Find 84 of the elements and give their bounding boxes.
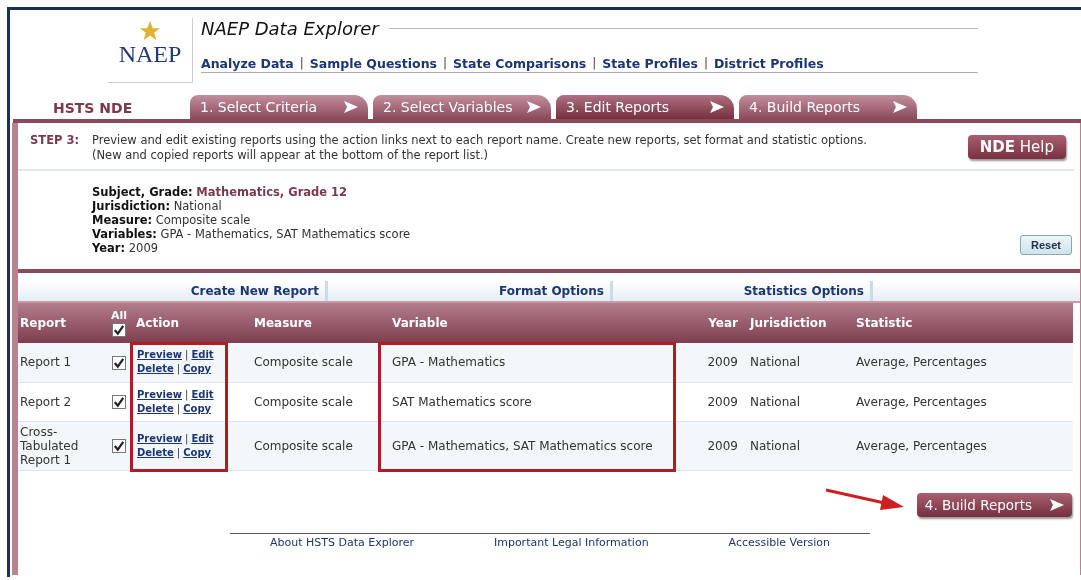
table-cell: Composite scale bbox=[254, 438, 353, 453]
link-separator: | bbox=[185, 349, 189, 361]
action-link[interactable]: Copy bbox=[183, 402, 212, 414]
summary-line: Measure: Composite scale bbox=[92, 213, 252, 227]
table-cell: Report 2 bbox=[20, 394, 72, 409]
step-label: STEP 3: bbox=[30, 133, 80, 147]
table-cell: Cross-Tabulated Report 1 bbox=[20, 424, 79, 467]
table-cell: GPA - Mathematics bbox=[392, 355, 506, 370]
table-cell: 2009 bbox=[707, 394, 738, 409]
step-tab[interactable]: 4. Build Reports bbox=[739, 95, 917, 119]
nav-separator: | bbox=[592, 56, 597, 71]
link-separator: | bbox=[185, 388, 189, 400]
action-link[interactable]: Edit bbox=[191, 388, 214, 400]
step-tab[interactable]: 2. Select Variables bbox=[373, 95, 551, 119]
arrow-icon bbox=[344, 101, 358, 113]
table-cell: Report 1 bbox=[20, 355, 72, 370]
app-title: NAEP Data Explorer bbox=[201, 18, 379, 39]
summary-line: Variables: GPA - Mathematics, SAT Mathematics score bbox=[92, 227, 412, 241]
arrow-icon bbox=[893, 101, 907, 113]
action-link[interactable]: Delete bbox=[137, 363, 174, 375]
table-cell: Composite scale bbox=[254, 355, 353, 370]
table-cell: Average, Percentages bbox=[856, 355, 987, 370]
instruction-text: (New and copied reports will appear at the bottom of the report list.) bbox=[92, 148, 490, 163]
footer-link[interactable]: Accessible Version bbox=[728, 535, 831, 549]
summary-line: Subject, Grade: Mathematics, Grade 12 bbox=[92, 185, 349, 199]
action-link[interactable]: Preview bbox=[137, 349, 182, 361]
arrow-icon bbox=[1050, 498, 1064, 511]
action-link[interactable]: Preview bbox=[137, 388, 182, 400]
checkbox[interactable] bbox=[112, 323, 126, 337]
nav-separator: | bbox=[299, 56, 304, 71]
column-header: All bbox=[110, 309, 128, 322]
arrow-icon bbox=[527, 101, 541, 113]
summary-line: Year: 2009 bbox=[92, 241, 160, 255]
column-header: Year bbox=[708, 316, 738, 330]
step-tab[interactable]: 1. Select Criteria bbox=[190, 95, 368, 119]
table-cell: Average, Percentages bbox=[856, 438, 987, 453]
star-icon bbox=[138, 20, 162, 42]
nav-link[interactable]: State Profiles bbox=[602, 56, 698, 71]
checkbox[interactable] bbox=[112, 438, 126, 453]
column-header: Statistic bbox=[856, 316, 913, 330]
table-cell: Average, Percentages bbox=[856, 394, 987, 409]
column-header: Variable bbox=[392, 316, 448, 330]
step-tab[interactable]: 3. Edit Reports bbox=[556, 95, 734, 119]
footer-link[interactable]: Important Legal Information bbox=[493, 535, 649, 549]
action-link[interactable]: Edit bbox=[191, 432, 214, 444]
link-separator: | bbox=[176, 363, 181, 375]
footer-link[interactable]: About HSTS Data Explorer bbox=[269, 535, 414, 549]
summary-line: Jurisdiction: National bbox=[92, 199, 223, 213]
link-separator: | bbox=[176, 402, 181, 414]
table-cell: Composite scale bbox=[254, 394, 353, 409]
table-cell: 2009 bbox=[707, 355, 738, 370]
column-header: Action bbox=[136, 316, 180, 330]
nav-link[interactable]: State Comparisons bbox=[453, 56, 587, 71]
table-cell: 2009 bbox=[707, 438, 738, 453]
reset-button[interactable]: Reset bbox=[1020, 235, 1072, 255]
action-link[interactable]: Preview bbox=[137, 432, 182, 444]
link-separator: | bbox=[176, 446, 181, 458]
arrow-icon bbox=[710, 101, 724, 113]
checkbox[interactable] bbox=[112, 394, 126, 409]
nav-link[interactable]: Analyze Data bbox=[201, 56, 294, 71]
table-cell: National bbox=[750, 394, 800, 409]
brand-label: HSTS NDE bbox=[53, 100, 134, 118]
action-link[interactable]: Delete bbox=[137, 402, 174, 414]
help-button[interactable]: NDE Help bbox=[967, 135, 1066, 159]
column-header: Measure bbox=[254, 316, 312, 330]
action-link[interactable]: Copy bbox=[183, 446, 212, 458]
table-cell: GPA - Mathematics, SAT Mathematics score bbox=[392, 438, 653, 453]
action-link[interactable]: Copy bbox=[183, 363, 212, 375]
nav-separator: | bbox=[703, 56, 708, 71]
nav-link[interactable]: District Profiles bbox=[713, 56, 824, 71]
table-cell: SAT Mathematics score bbox=[392, 394, 532, 409]
link-separator: | bbox=[185, 432, 189, 444]
checkbox[interactable] bbox=[112, 355, 126, 370]
build-reports-button[interactable]: 4. Build Reports bbox=[916, 492, 1072, 517]
table-cell: National bbox=[750, 355, 800, 370]
logo-text: NAEP bbox=[118, 42, 182, 66]
column-header: Report bbox=[20, 316, 66, 330]
nav-separator: | bbox=[443, 56, 448, 71]
table-cell: National bbox=[750, 438, 800, 453]
column-header: Jurisdiction bbox=[750, 316, 827, 330]
instruction-text: Preview and edit existing reports using the action links next to each report name. Create new reports, set format and statistic options. bbox=[92, 133, 868, 148]
nav-link[interactable]: Sample Questions bbox=[309, 56, 437, 71]
action-link[interactable]: Delete bbox=[137, 446, 174, 458]
action-link[interactable]: Edit bbox=[191, 349, 214, 361]
